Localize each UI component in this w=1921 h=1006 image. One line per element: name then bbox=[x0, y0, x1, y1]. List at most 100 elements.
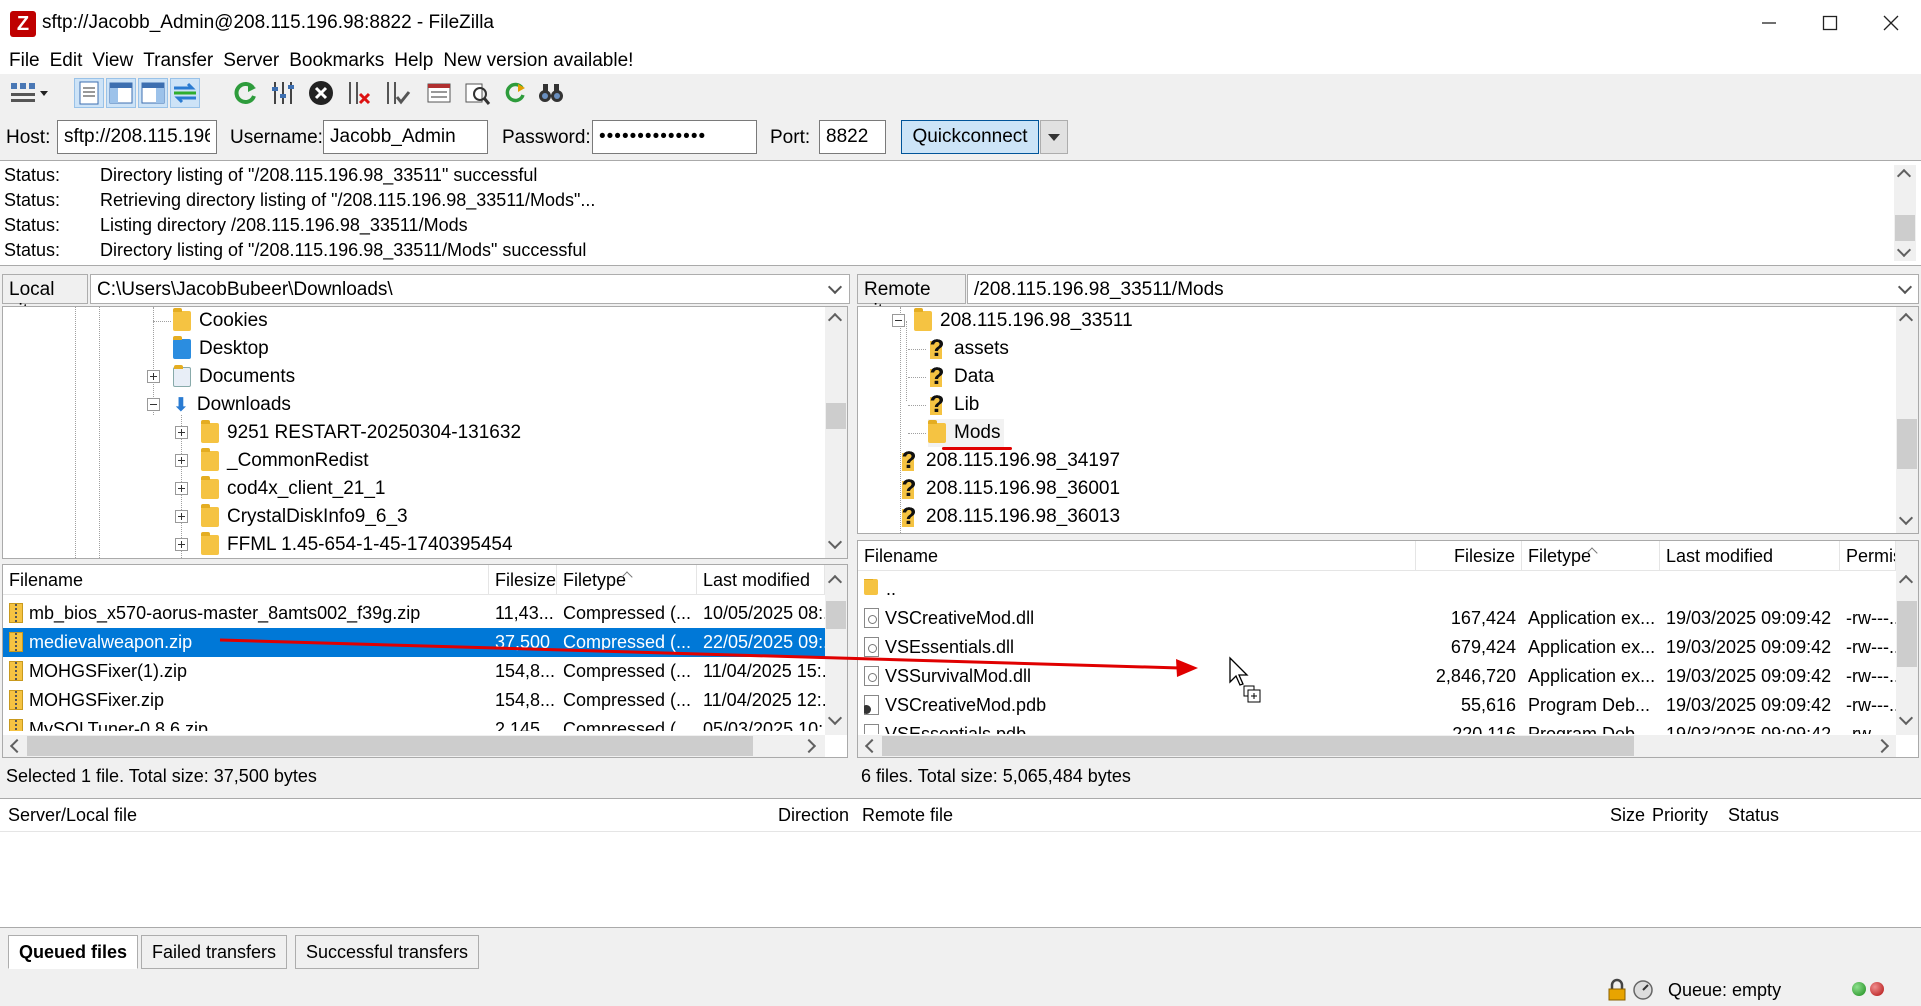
column-filetype[interactable]: Filetype bbox=[557, 565, 697, 595]
quickconnect-history-dropdown[interactable] bbox=[1040, 120, 1068, 154]
menu-view[interactable]: View bbox=[87, 46, 138, 76]
table-row[interactable]: VSEssentials.pdb 220,116 Program Deb... … bbox=[858, 720, 1896, 734]
cancel-operation-button[interactable] bbox=[306, 78, 336, 108]
scroll-thumb[interactable] bbox=[27, 736, 753, 756]
menu-file[interactable]: File bbox=[4, 46, 45, 76]
table-row[interactable]: MOHGSFixer(1).zip 154,8... Compressed (.… bbox=[3, 657, 825, 686]
tree-node-selected[interactable]: Mods bbox=[908, 419, 1005, 447]
remote-list-hscrollbar[interactable] bbox=[858, 735, 1896, 757]
close-button[interactable] bbox=[1860, 0, 1921, 46]
scroll-down-arrow[interactable] bbox=[1896, 511, 1918, 531]
scroll-thumb[interactable] bbox=[1897, 419, 1917, 469]
column-direction[interactable]: Direction bbox=[778, 805, 849, 826]
collapse-icon[interactable] bbox=[147, 398, 160, 411]
tree-node[interactable]: ? assets bbox=[908, 335, 1009, 363]
toggle-transfer-queue-button[interactable] bbox=[170, 78, 200, 108]
menu-server[interactable]: Server bbox=[218, 46, 284, 76]
toggle-remote-tree-button[interactable] bbox=[138, 78, 168, 108]
tree-node[interactable]: 9251 RESTART-20250304-131632 bbox=[175, 419, 521, 447]
table-row[interactable]: MySQLTuner-0.8.6.zip 2,145... Compressed… bbox=[3, 715, 825, 731]
expand-icon[interactable] bbox=[147, 370, 160, 383]
quickconnect-button[interactable]: Quickconnect bbox=[901, 120, 1039, 154]
synchronized-browsing-button[interactable] bbox=[500, 78, 530, 108]
column-filename[interactable]: Filename bbox=[3, 565, 489, 595]
remote-tree-scrollbar[interactable] bbox=[1896, 307, 1918, 533]
tree-node[interactable]: _CommonRedist bbox=[175, 447, 369, 475]
tree-node[interactable]: cod4x_client_21_1 bbox=[175, 475, 385, 503]
refresh-button[interactable] bbox=[230, 78, 260, 108]
table-row[interactable]: VSEssentials.dll 679,424 Application ex.… bbox=[858, 633, 1896, 662]
expand-icon[interactable] bbox=[175, 510, 188, 523]
toggle-comparison-button[interactable] bbox=[462, 78, 492, 108]
tree-node[interactable]: Cookies bbox=[153, 307, 268, 335]
column-priority[interactable]: Priority bbox=[1652, 805, 1708, 826]
menu-new-version[interactable]: New version available! bbox=[438, 46, 638, 76]
directory-filter-button[interactable] bbox=[424, 78, 454, 108]
expand-icon[interactable] bbox=[175, 482, 188, 495]
scroll-up-arrow[interactable] bbox=[1896, 309, 1918, 329]
maximize-button[interactable] bbox=[1799, 0, 1860, 46]
tree-node[interactable]: Documents bbox=[147, 363, 295, 391]
remote-list-scrollbar[interactable] bbox=[1896, 541, 1918, 735]
column-server-local-file[interactable]: Server/Local file bbox=[8, 805, 137, 826]
tree-node[interactable]: CrystalDiskInfo9_6_3 bbox=[175, 503, 408, 531]
tree-node[interactable]: ? 208.115.196.98_36013 bbox=[900, 503, 1120, 531]
expand-icon[interactable] bbox=[175, 454, 188, 467]
site-manager-button[interactable] bbox=[6, 78, 52, 108]
port-input[interactable] bbox=[819, 120, 886, 154]
tree-node[interactable]: ? 208.115.196.98_36001 bbox=[900, 475, 1120, 503]
table-row[interactable]: mb_bios_x570-aorus-master_8amts002_f39g.… bbox=[3, 599, 825, 628]
username-input[interactable] bbox=[323, 120, 488, 154]
expand-icon[interactable] bbox=[175, 426, 188, 439]
local-list-hscrollbar[interactable] bbox=[3, 735, 825, 757]
scroll-right-arrow[interactable] bbox=[1874, 735, 1894, 757]
collapse-icon[interactable] bbox=[892, 314, 905, 327]
scroll-down-arrow[interactable] bbox=[1894, 243, 1916, 263]
scroll-up-arrow[interactable] bbox=[1894, 165, 1916, 185]
tree-node[interactable]: Desktop bbox=[153, 335, 269, 363]
scroll-left-arrow[interactable] bbox=[860, 735, 880, 757]
column-filesize[interactable]: Filesize bbox=[1416, 541, 1522, 571]
column-filesize[interactable]: Filesize bbox=[489, 565, 557, 595]
menu-bookmarks[interactable]: Bookmarks bbox=[284, 46, 389, 76]
scroll-thumb[interactable] bbox=[1895, 215, 1915, 241]
table-row[interactable]: VSCreativeMod.dll 167,424 Application ex… bbox=[858, 604, 1896, 633]
scroll-thumb[interactable] bbox=[882, 736, 1634, 756]
menu-transfer[interactable]: Transfer bbox=[138, 46, 218, 76]
disconnect-button[interactable] bbox=[344, 78, 374, 108]
tree-node[interactable]: ⬇ Downloads bbox=[147, 391, 291, 419]
column-remote-file[interactable]: Remote file bbox=[862, 805, 953, 826]
scroll-up-arrow[interactable] bbox=[825, 309, 847, 329]
tab-successful-transfers[interactable]: Successful transfers bbox=[295, 935, 480, 969]
table-row-selected[interactable]: medievalweapon.zip 37,500 Compressed (..… bbox=[3, 628, 825, 657]
column-size[interactable]: Size bbox=[1610, 805, 1645, 826]
column-status[interactable]: Status bbox=[1728, 805, 1779, 826]
toggle-local-tree-button[interactable] bbox=[106, 78, 136, 108]
scroll-thumb[interactable] bbox=[1897, 601, 1917, 667]
column-permissions[interactable]: Permis bbox=[1840, 541, 1896, 571]
column-last-modified[interactable]: Last modified bbox=[1660, 541, 1840, 571]
host-input[interactable] bbox=[57, 120, 217, 154]
menu-edit[interactable]: Edit bbox=[45, 46, 88, 76]
tree-node[interactable]: FFML 1.45-654-1-45-1740395454 bbox=[175, 531, 513, 558]
process-queue-button[interactable] bbox=[268, 78, 298, 108]
column-last-modified[interactable]: Last modified bbox=[697, 565, 825, 595]
local-list-scrollbar[interactable] bbox=[825, 565, 847, 735]
column-filetype[interactable]: Filetype bbox=[1522, 541, 1660, 571]
scroll-thumb[interactable] bbox=[826, 601, 846, 629]
toggle-message-log-button[interactable] bbox=[74, 78, 104, 108]
log-scrollbar[interactable] bbox=[1894, 165, 1916, 261]
scroll-down-arrow[interactable] bbox=[825, 711, 847, 731]
tree-node[interactable]: ? Lib bbox=[908, 391, 979, 419]
tab-queued-files[interactable]: Queued files bbox=[8, 935, 139, 969]
reconnect-button[interactable] bbox=[382, 78, 412, 108]
scroll-up-arrow[interactable] bbox=[1896, 571, 1918, 591]
scroll-down-arrow[interactable] bbox=[1896, 711, 1918, 731]
expand-icon[interactable] bbox=[175, 538, 188, 551]
search-remote-files-button[interactable] bbox=[536, 78, 566, 108]
scroll-down-arrow[interactable] bbox=[825, 535, 847, 555]
local-site-path-combo[interactable]: C:\Users\JacobBubeer\Downloads\ bbox=[90, 274, 850, 304]
local-tree-scrollbar[interactable] bbox=[825, 307, 847, 558]
tab-failed-transfers[interactable]: Failed transfers bbox=[141, 935, 288, 969]
scroll-right-arrow[interactable] bbox=[801, 735, 821, 757]
